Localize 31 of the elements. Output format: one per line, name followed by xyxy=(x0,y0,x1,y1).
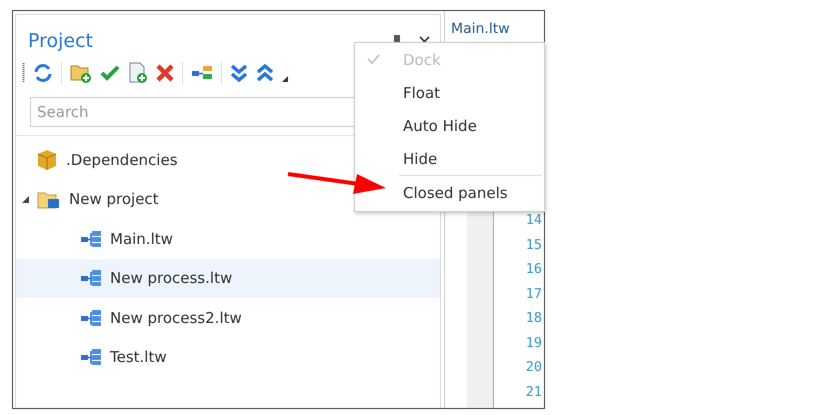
tree-item[interactable]: Test.ltw xyxy=(16,338,440,377)
line-number: 17 xyxy=(526,284,542,304)
add-file-icon[interactable] xyxy=(128,62,148,84)
menu-item[interactable]: Hide xyxy=(355,142,544,175)
tree-item[interactable]: New process.ltw xyxy=(16,258,440,298)
line-number: 14 xyxy=(526,211,542,230)
overflow-icon[interactable] xyxy=(282,76,288,82)
checkmark-icon[interactable] xyxy=(100,64,120,82)
line-number: 19 xyxy=(526,334,542,352)
process-icon xyxy=(80,348,102,366)
check-icon xyxy=(367,54,380,64)
delete-icon[interactable] xyxy=(156,64,174,82)
grip-icon xyxy=(22,63,25,83)
process-icon xyxy=(80,269,102,288)
tree-item[interactable]: New process2.ltw xyxy=(16,298,440,338)
tree-item[interactable]: Main.ltw xyxy=(16,219,440,258)
line-number: 20 xyxy=(526,358,542,377)
expanded-icon[interactable] xyxy=(22,196,29,203)
process-icon xyxy=(80,230,102,248)
line-number: 16 xyxy=(526,260,542,279)
line-number: 15 xyxy=(526,236,542,254)
panel-title: Project xyxy=(28,30,94,52)
line-number: 21 xyxy=(526,382,542,402)
package-icon xyxy=(36,148,58,171)
process-icon[interactable] xyxy=(191,64,213,82)
line-number: 18 xyxy=(526,309,542,328)
refresh-icon[interactable] xyxy=(33,63,53,83)
collapse-all-icon[interactable] xyxy=(256,63,274,83)
process-icon xyxy=(80,308,102,327)
menu-item[interactable]: Closed panels xyxy=(355,176,544,209)
expand-all-icon[interactable] xyxy=(230,63,248,83)
